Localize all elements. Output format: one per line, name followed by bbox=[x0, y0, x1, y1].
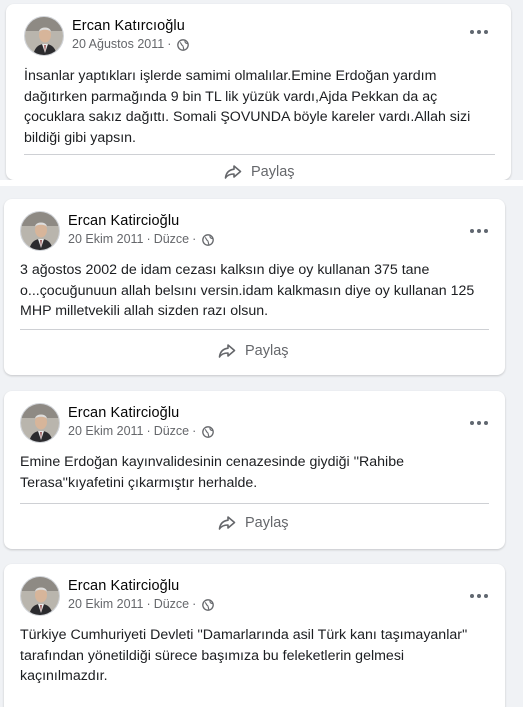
post-header: Ercan Katircioğlu 20 Ekim 2011 · Düzce · bbox=[20, 576, 215, 616]
author-name[interactable]: Ercan Katircioğlu bbox=[68, 577, 214, 595]
globe-icon bbox=[177, 38, 190, 51]
author-name[interactable]: Ercan Katircioğlu bbox=[68, 404, 214, 422]
more-icon-dot bbox=[477, 30, 481, 34]
avatar-image bbox=[21, 404, 59, 442]
share-arrow-icon bbox=[218, 516, 236, 530]
author-name[interactable]: Ercan Katırcıoğlu bbox=[72, 17, 189, 35]
more-options-button[interactable] bbox=[465, 219, 493, 243]
share-arrow-icon bbox=[224, 165, 242, 179]
avatar[interactable] bbox=[20, 211, 60, 251]
post-card: Ercan Katircioğlu 20 Ekim 2011 · Düzce ·… bbox=[4, 391, 505, 549]
more-icon-dot bbox=[470, 229, 474, 233]
more-options-button[interactable] bbox=[465, 20, 493, 44]
post-date[interactable]: 20 Ekim 2011 bbox=[68, 231, 144, 248]
share-button[interactable]: Paylaş bbox=[218, 515, 289, 531]
post-header: Ercan Katircioğlu 20 Ekim 2011 · Düzce · bbox=[20, 211, 215, 251]
post-subline: 20 Ekim 2011 · Düzce · bbox=[68, 423, 215, 440]
globe-icon bbox=[202, 425, 215, 438]
separator-dot: · bbox=[146, 232, 151, 246]
divider bbox=[20, 503, 489, 504]
globe-icon bbox=[202, 233, 215, 246]
separator-dot: · bbox=[192, 597, 197, 611]
more-icon-dot bbox=[470, 30, 474, 34]
post-meta: Ercan Katircioğlu 20 Ekim 2011 · Düzce · bbox=[68, 212, 215, 248]
post-header: Ercan Katırcıoğlu 20 Ağustos 2011 · bbox=[24, 16, 190, 56]
share-label: Paylaş bbox=[245, 343, 289, 359]
separator-dot: · bbox=[146, 424, 151, 438]
post-date[interactable]: 20 Ekim 2011 bbox=[68, 596, 144, 613]
post-subline: 20 Ağustos 2011 · bbox=[72, 36, 190, 53]
more-icon-dot bbox=[484, 594, 488, 598]
more-options-button[interactable] bbox=[465, 584, 493, 608]
more-icon-dot bbox=[484, 421, 488, 425]
post-subline: 20 Ekim 2011 · Düzce · bbox=[68, 231, 215, 248]
globe-icon bbox=[202, 598, 215, 611]
avatar-image bbox=[25, 17, 63, 55]
post-location[interactable]: Düzce bbox=[154, 423, 189, 440]
post-location[interactable]: Düzce bbox=[154, 231, 189, 248]
post-meta: Ercan Katircioğlu 20 Ekim 2011 · Düzce · bbox=[68, 577, 215, 613]
post-meta: Ercan Katircioğlu 20 Ekim 2011 · Düzce · bbox=[68, 404, 215, 440]
post-header: Ercan Katircioğlu 20 Ekim 2011 · Düzce · bbox=[20, 403, 215, 443]
post-location[interactable]: Düzce bbox=[154, 596, 189, 613]
post-text: 3 ağostos 2002 de idam cezası kalksın di… bbox=[20, 262, 475, 319]
post-date[interactable]: 20 Ekim 2011 bbox=[68, 423, 144, 440]
more-icon-dot bbox=[470, 594, 474, 598]
avatar[interactable] bbox=[20, 576, 60, 616]
post-subline: 20 Ekim 2011 · Düzce · bbox=[68, 596, 215, 613]
avatar-image bbox=[21, 212, 59, 250]
post-meta: Ercan Katırcıoğlu 20 Ağustos 2011 · bbox=[72, 17, 190, 53]
divider bbox=[20, 329, 489, 330]
post-card: Ercan Katircioğlu 20 Ekim 2011 · Düzce ·… bbox=[4, 564, 505, 714]
avatar[interactable] bbox=[24, 16, 64, 56]
share-label: Paylaş bbox=[245, 515, 289, 531]
post-date[interactable]: 20 Ağustos 2011 bbox=[72, 36, 164, 53]
feed-gap bbox=[0, 186, 523, 196]
avatar-image bbox=[21, 577, 59, 615]
post-text: Emine Erdoğan kayınvalidesinin cenazesin… bbox=[20, 454, 404, 491]
avatar[interactable] bbox=[20, 403, 60, 443]
post-card: Ercan Katircioğlu 20 Ekim 2011 · Düzce ·… bbox=[4, 199, 505, 375]
post-text: Türkiye Cumhuriyeti Devleti ''Damarların… bbox=[20, 627, 468, 684]
share-button[interactable]: Paylaş bbox=[218, 343, 289, 359]
share-label: Paylaş bbox=[251, 164, 295, 180]
more-icon-dot bbox=[484, 229, 488, 233]
author-name[interactable]: Ercan Katircioğlu bbox=[68, 212, 214, 230]
share-button[interactable]: Paylaş bbox=[224, 164, 295, 180]
divider bbox=[24, 154, 495, 155]
share-arrow-icon bbox=[218, 344, 236, 358]
separator-dot: · bbox=[146, 597, 151, 611]
separator-dot: · bbox=[192, 232, 197, 246]
more-icon-dot bbox=[470, 421, 474, 425]
more-icon-dot bbox=[484, 30, 488, 34]
separator-dot: · bbox=[167, 37, 172, 51]
more-icon-dot bbox=[477, 594, 481, 598]
post-text: İnsanlar yaptıkları işlerde samimi olmal… bbox=[24, 68, 471, 146]
separator-dot: · bbox=[192, 424, 197, 438]
more-icon-dot bbox=[477, 229, 481, 233]
more-options-button[interactable] bbox=[465, 411, 493, 435]
feed-gap bbox=[0, 707, 523, 721]
post-card: Ercan Katırcıoğlu 20 Ağustos 2011 · İnsa… bbox=[6, 4, 511, 180]
more-icon-dot bbox=[477, 421, 481, 425]
